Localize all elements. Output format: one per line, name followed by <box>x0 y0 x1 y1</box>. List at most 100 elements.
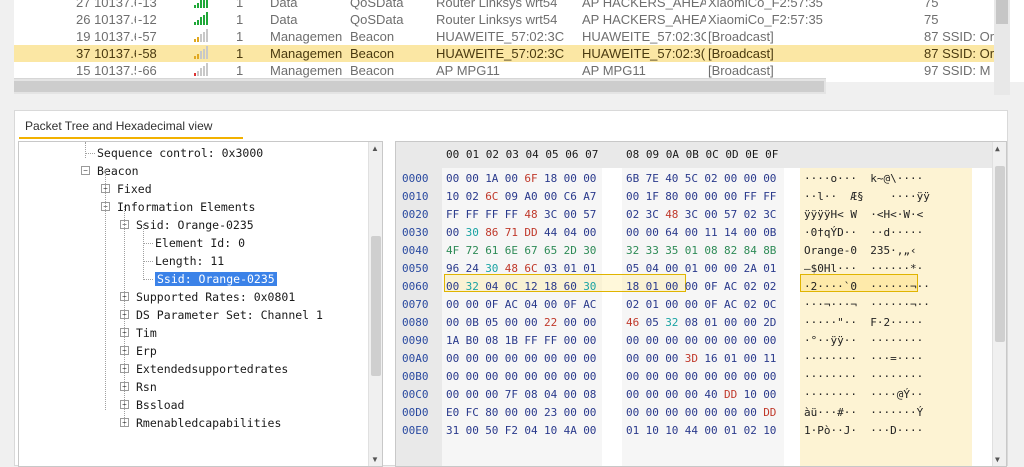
packet-list[interactable]: 27 10137.652-13 1 Data QoSData Router Linksy… <box>14 0 1024 82</box>
hex-byte[interactable]: 4A <box>564 422 577 440</box>
hex-byte[interactable]: 2A <box>744 260 757 278</box>
hex-byte[interactable]: 35 <box>665 242 678 260</box>
hex-byte[interactable]: 00 <box>646 224 659 242</box>
hex-byte[interactable]: 00 <box>524 404 537 422</box>
hex-view[interactable]: 00 01 02 03 04 05 06 07 08 09 0A 0B 0C 0… <box>395 141 1007 467</box>
hex-byte[interactable]: 00 <box>544 296 557 314</box>
hex-byte[interactable]: 00 <box>704 332 717 350</box>
hex-byte[interactable]: 30 <box>583 278 596 296</box>
hex-byte[interactable]: 72 <box>466 242 479 260</box>
hex-byte[interactable]: 00 <box>685 224 698 242</box>
hex-byte[interactable]: 00 <box>646 404 659 422</box>
hex-byte[interactable]: 04 <box>524 422 537 440</box>
hex-byte[interactable]: 14 <box>724 224 737 242</box>
hex-ascii-text[interactable]: àü···#·· ·······Ý <box>804 404 923 422</box>
hex-byte[interactable]: 00 <box>564 332 577 350</box>
tree-node[interactable]: Erp <box>136 342 157 360</box>
hex-byte[interactable]: 00 <box>466 350 479 368</box>
hex-byte[interactable]: 00 <box>446 386 459 404</box>
hex-byte[interactable]: 00 <box>724 314 737 332</box>
hex-byte[interactable]: FF <box>505 206 518 224</box>
hex-byte[interactable]: 02 <box>704 170 717 188</box>
hex-byte[interactable]: 2D <box>564 242 577 260</box>
hex-byte[interactable]: 02 <box>763 278 776 296</box>
hex-byte[interactable]: 00 <box>524 350 537 368</box>
tree-node[interactable]: Sequence control: 0x3000 <box>97 144 263 162</box>
hex-byte[interactable]: 00 <box>724 260 737 278</box>
hex-byte[interactable]: 30 <box>466 224 479 242</box>
hex-byte[interactable]: 4F <box>446 242 459 260</box>
hex-byte[interactable]: AC <box>583 296 596 314</box>
hex-byte[interactable]: 00 <box>626 188 639 206</box>
tree-node[interactable]: Fixed <box>117 180 152 198</box>
hex-byte[interactable]: 6F <box>524 170 537 188</box>
hex-byte[interactable]: 00 <box>744 350 757 368</box>
hex-byte[interactable]: 01 <box>583 260 596 278</box>
hex-byte[interactable]: 05 <box>646 314 659 332</box>
hex-byte[interactable]: 00 <box>466 422 479 440</box>
hex-byte[interactable]: 00 <box>665 368 678 386</box>
hex-byte[interactable]: 57 <box>724 206 737 224</box>
hex-byte[interactable]: 04 <box>485 278 498 296</box>
scrollbar-thumb[interactable] <box>995 166 1005 342</box>
hex-byte[interactable]: 00 <box>626 368 639 386</box>
hex-byte[interactable]: 01 <box>685 260 698 278</box>
hex-byte[interactable]: 01 <box>626 422 639 440</box>
hex-byte[interactable]: AC <box>724 296 737 314</box>
hex-byte[interactable]: 57 <box>583 206 596 224</box>
hex-byte[interactable]: 1A <box>485 170 498 188</box>
scroll-down-arrow-icon[interactable]: ▼ <box>371 455 379 464</box>
hex-byte[interactable]: 00 <box>564 170 577 188</box>
hex-byte[interactable]: 04 <box>524 296 537 314</box>
hex-byte[interactable]: 00 <box>583 422 596 440</box>
tree-node[interactable]: Information Elements <box>117 198 255 216</box>
hex-byte[interactable]: 0F <box>485 296 498 314</box>
hex-byte[interactable]: FF <box>466 206 479 224</box>
hex-byte[interactable]: 00 <box>505 170 518 188</box>
hex-byte[interactable]: 1A <box>446 332 459 350</box>
hex-byte[interactable]: 00 <box>485 368 498 386</box>
hex-byte[interactable]: 00 <box>685 296 698 314</box>
hex-byte[interactable]: 44 <box>685 422 698 440</box>
hex-byte[interactable]: DD <box>724 386 737 404</box>
scrollbar-thumb[interactable] <box>996 0 1008 24</box>
hex-byte[interactable]: FF <box>524 332 537 350</box>
hex-byte[interactable]: 00 <box>583 170 596 188</box>
hex-byte[interactable]: 0F <box>704 296 717 314</box>
hex-byte[interactable]: 00 <box>685 188 698 206</box>
hex-byte[interactable]: 0B <box>763 224 776 242</box>
hex-byte[interactable]: 00 <box>446 296 459 314</box>
hex-byte[interactable]: 00 <box>626 404 639 422</box>
hex-byte[interactable]: 00 <box>665 260 678 278</box>
hex-byte[interactable]: FC <box>466 404 479 422</box>
hex-byte[interactable]: 00 <box>704 422 717 440</box>
hex-byte[interactable]: 00 <box>704 188 717 206</box>
hex-byte[interactable]: 61 <box>485 242 498 260</box>
hex-byte[interactable]: B0 <box>466 332 479 350</box>
hex-byte[interactable]: 00 <box>665 278 678 296</box>
hex-byte[interactable]: 00 <box>544 188 557 206</box>
hex-byte[interactable]: 00 <box>524 314 537 332</box>
hex-byte[interactable]: 00 <box>744 170 757 188</box>
hex-byte[interactable]: 30 <box>485 260 498 278</box>
hex-ascii-text[interactable]: ·····"·· F·2····· <box>804 314 923 332</box>
hex-byte[interactable]: 02 <box>744 422 757 440</box>
hex-byte[interactable]: 00 <box>446 170 459 188</box>
hex-byte[interactable]: 67 <box>524 242 537 260</box>
hex-byte[interactable]: 02 <box>466 188 479 206</box>
hex-byte[interactable]: 09 <box>505 188 518 206</box>
hex-byte[interactable]: 48 <box>524 206 537 224</box>
hex-byte[interactable]: 32 <box>626 242 639 260</box>
hex-byte[interactable]: 10 <box>744 386 757 404</box>
hex-byte[interactable]: 6C <box>485 188 498 206</box>
hex-byte[interactable]: 80 <box>665 188 678 206</box>
hex-byte[interactable]: 00 <box>583 224 596 242</box>
hex-byte[interactable]: 00 <box>744 224 757 242</box>
hex-byte[interactable]: 00 <box>466 296 479 314</box>
tree-node[interactable]: Beacon <box>97 162 139 180</box>
hex-byte[interactable]: FF <box>544 332 557 350</box>
hex-byte[interactable]: 00 <box>724 404 737 422</box>
hex-byte[interactable]: 04 <box>564 224 577 242</box>
hex-byte[interactable]: 00 <box>485 350 498 368</box>
hex-byte[interactable]: 01 <box>724 422 737 440</box>
